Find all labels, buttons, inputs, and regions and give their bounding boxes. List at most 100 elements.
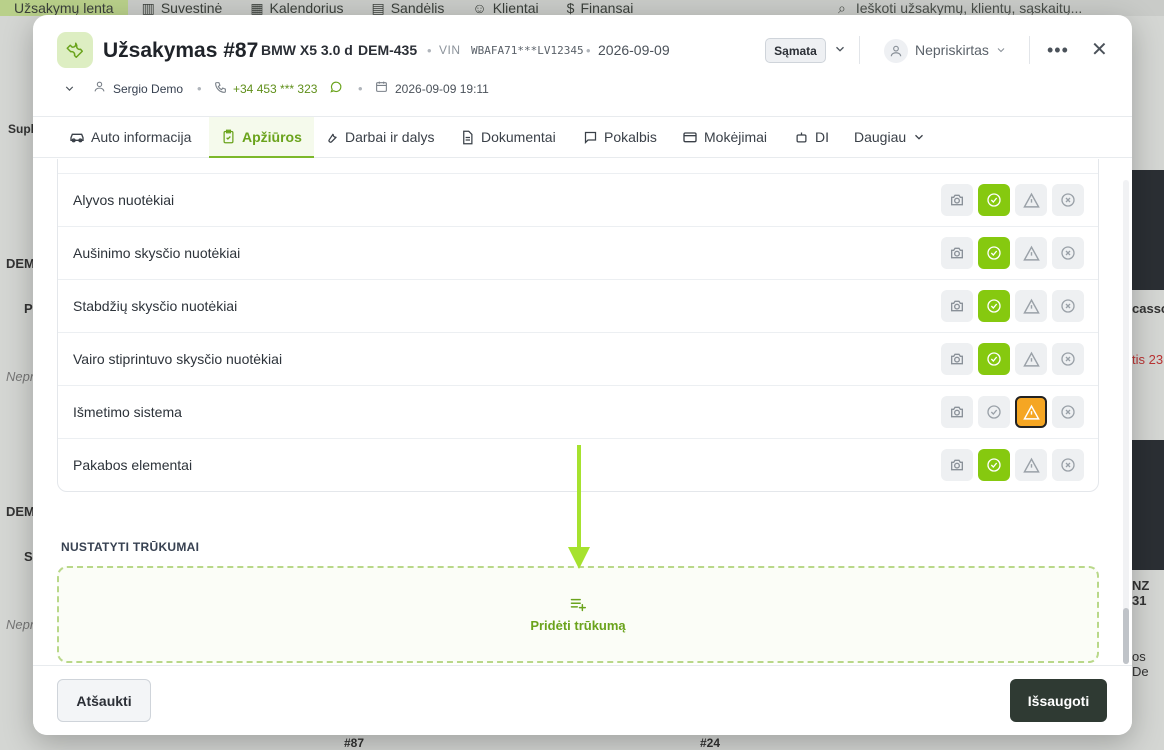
checklist-row: Stabdžių skysčio nuotėkiai	[58, 279, 1098, 332]
clipboard-check-icon	[223, 129, 234, 144]
checklist-item-label: Alyvos nuotėkiai	[73, 192, 175, 208]
defects-section-title: NUSTATYTI TRŪKUMAI	[61, 540, 200, 554]
bg-order-tag: #24	[700, 736, 721, 750]
tab-documents[interactable]: Dokumentai	[460, 117, 556, 157]
bg-nav-orders-board[interactable]: Užsakymų lenta	[0, 0, 128, 16]
mark-ok-button[interactable]	[978, 290, 1010, 322]
bg-order-tag: #87	[344, 736, 365, 750]
mark-ok-button[interactable]	[978, 237, 1010, 269]
order-meta-row: Sergio Demo • +34 453 *** 323 • 2026-09-…	[33, 78, 1132, 100]
divider	[1029, 36, 1030, 64]
background-left-column: Supl DEM P Nepr DEM S Nepr	[6, 122, 35, 632]
client-name[interactable]: Sergio Demo	[113, 82, 183, 96]
warning-icon	[1022, 351, 1040, 367]
bg-car-photo	[1132, 440, 1164, 570]
mark-fail-button[interactable]	[1052, 396, 1084, 428]
camera-button[interactable]	[941, 237, 973, 269]
x-circle-icon	[1061, 405, 1075, 419]
mark-fail-button[interactable]	[1052, 449, 1084, 481]
bg-search-input[interactable]: ⌕ Ieškoti užsakymų, klientų, sąskaitų...	[824, 0, 1164, 16]
camera-icon	[951, 194, 963, 206]
mark-fail-button[interactable]	[1052, 184, 1084, 216]
tab-more[interactable]: Daugiau	[854, 117, 926, 157]
checklist-actions	[941, 396, 1084, 428]
modal-title: Užsakymas #87	[103, 39, 259, 62]
mark-warning-button[interactable]	[1015, 184, 1047, 216]
camera-button[interactable]	[941, 449, 973, 481]
chevron-down-icon[interactable]	[63, 82, 76, 95]
tab-ai[interactable]: DI	[794, 117, 829, 157]
mark-warning-button[interactable]	[1015, 237, 1047, 269]
camera-button[interactable]	[941, 290, 973, 322]
mark-warning-button[interactable]	[1015, 396, 1047, 428]
car-model: BMW X5 3.0 d	[261, 42, 353, 58]
chevron-down-icon[interactable]	[833, 42, 847, 56]
tab-chat[interactable]: Pokalbis	[583, 117, 657, 157]
checklist-item-label: Išmetimo sistema	[73, 404, 182, 420]
license-plate: DEM-435	[358, 42, 418, 58]
checklist-actions	[941, 237, 1084, 269]
content-scrollbar[interactable]	[1123, 180, 1129, 664]
bg-car-photo	[1132, 170, 1164, 290]
checklist-actions	[941, 449, 1084, 481]
checklist-item-label: Aušinimo skysčio nuotėkiai	[73, 245, 241, 261]
camera-button[interactable]	[941, 184, 973, 216]
camera-icon	[951, 459, 963, 471]
mark-fail-button[interactable]	[1052, 290, 1084, 322]
vin-value: WBAFA71***LV12345	[471, 44, 584, 57]
check-circle-icon	[987, 352, 1001, 366]
checklist-actions	[941, 343, 1084, 375]
scrollbar-thumb[interactable]	[1123, 608, 1129, 664]
camera-icon	[951, 353, 963, 365]
checklist-item-label: Vairo stiprintuvo skysčio nuotėkiai	[73, 351, 283, 367]
cancel-button[interactable]: Atšaukti	[57, 679, 151, 722]
camera-button[interactable]	[941, 343, 973, 375]
mark-ok-button[interactable]	[978, 396, 1010, 428]
mark-fail-button[interactable]	[1052, 237, 1084, 269]
mark-warning-button[interactable]	[1015, 449, 1047, 481]
chevron-down-icon[interactable]	[995, 44, 1007, 56]
assignee-select[interactable]: Nepriskirtas	[915, 42, 989, 58]
chevron-down-icon	[915, 134, 924, 140]
checklist-item-label: Pakabos elementai	[73, 457, 193, 473]
warning-icon	[1022, 404, 1040, 420]
mark-warning-button[interactable]	[1015, 290, 1047, 322]
mark-ok-button[interactable]	[978, 449, 1010, 481]
tab-works-parts[interactable]: Darbai ir dalys	[324, 117, 434, 157]
checklist-row: Vairo stiprintuvo skysčio nuotėkiai	[58, 332, 1098, 385]
dollar-doc-icon: $	[566, 0, 575, 16]
close-icon[interactable]: ✕	[1091, 37, 1108, 62]
mark-fail-button[interactable]	[1052, 343, 1084, 375]
divider	[859, 36, 860, 64]
mark-ok-button[interactable]	[978, 343, 1010, 375]
phone-icon	[215, 82, 226, 93]
camera-button[interactable]	[941, 396, 973, 428]
separator-dot: •	[358, 81, 363, 96]
checklist-actions	[941, 184, 1084, 216]
estimate-button[interactable]: Sąmata	[765, 38, 826, 63]
mark-ok-button[interactable]	[978, 184, 1010, 216]
client-phone[interactable]: +34 453 *** 323	[233, 82, 317, 96]
modal-footer: Atšaukti Išsaugoti	[33, 665, 1132, 735]
x-circle-icon	[1061, 193, 1075, 207]
order-modal: Užsakymas #87 BMW X5 3.0 d DEM-435 • VIN…	[33, 15, 1132, 735]
bg-nav-finance[interactable]: $ Finansai	[553, 0, 648, 16]
warning-icon	[1022, 298, 1040, 314]
tab-payments[interactable]: Mokėjimai	[682, 117, 767, 157]
bg-nav-clients[interactable]: ☺ Klientai	[458, 0, 552, 16]
whatsapp-icon[interactable]	[329, 80, 343, 94]
card-icon	[683, 132, 697, 143]
modal-tabs: Auto informacija Apžiūros Darbai ir daly…	[33, 116, 1132, 158]
more-options-icon[interactable]: •••	[1047, 40, 1069, 61]
add-defect-button[interactable]: Pridėti trūkumą	[57, 566, 1099, 663]
tab-auto-info[interactable]: Auto informacija	[69, 117, 191, 157]
x-circle-icon	[1061, 352, 1075, 366]
camera-icon	[951, 247, 963, 259]
mark-warning-button[interactable]	[1015, 343, 1047, 375]
checklist-row: Išmetimo sistema	[58, 385, 1098, 438]
car-icon	[70, 133, 84, 143]
warning-icon	[1022, 245, 1040, 261]
save-button[interactable]: Išsaugoti	[1010, 679, 1107, 722]
tab-inspections[interactable]: Apžiūros	[209, 117, 314, 158]
check-circle-icon	[987, 299, 1001, 313]
